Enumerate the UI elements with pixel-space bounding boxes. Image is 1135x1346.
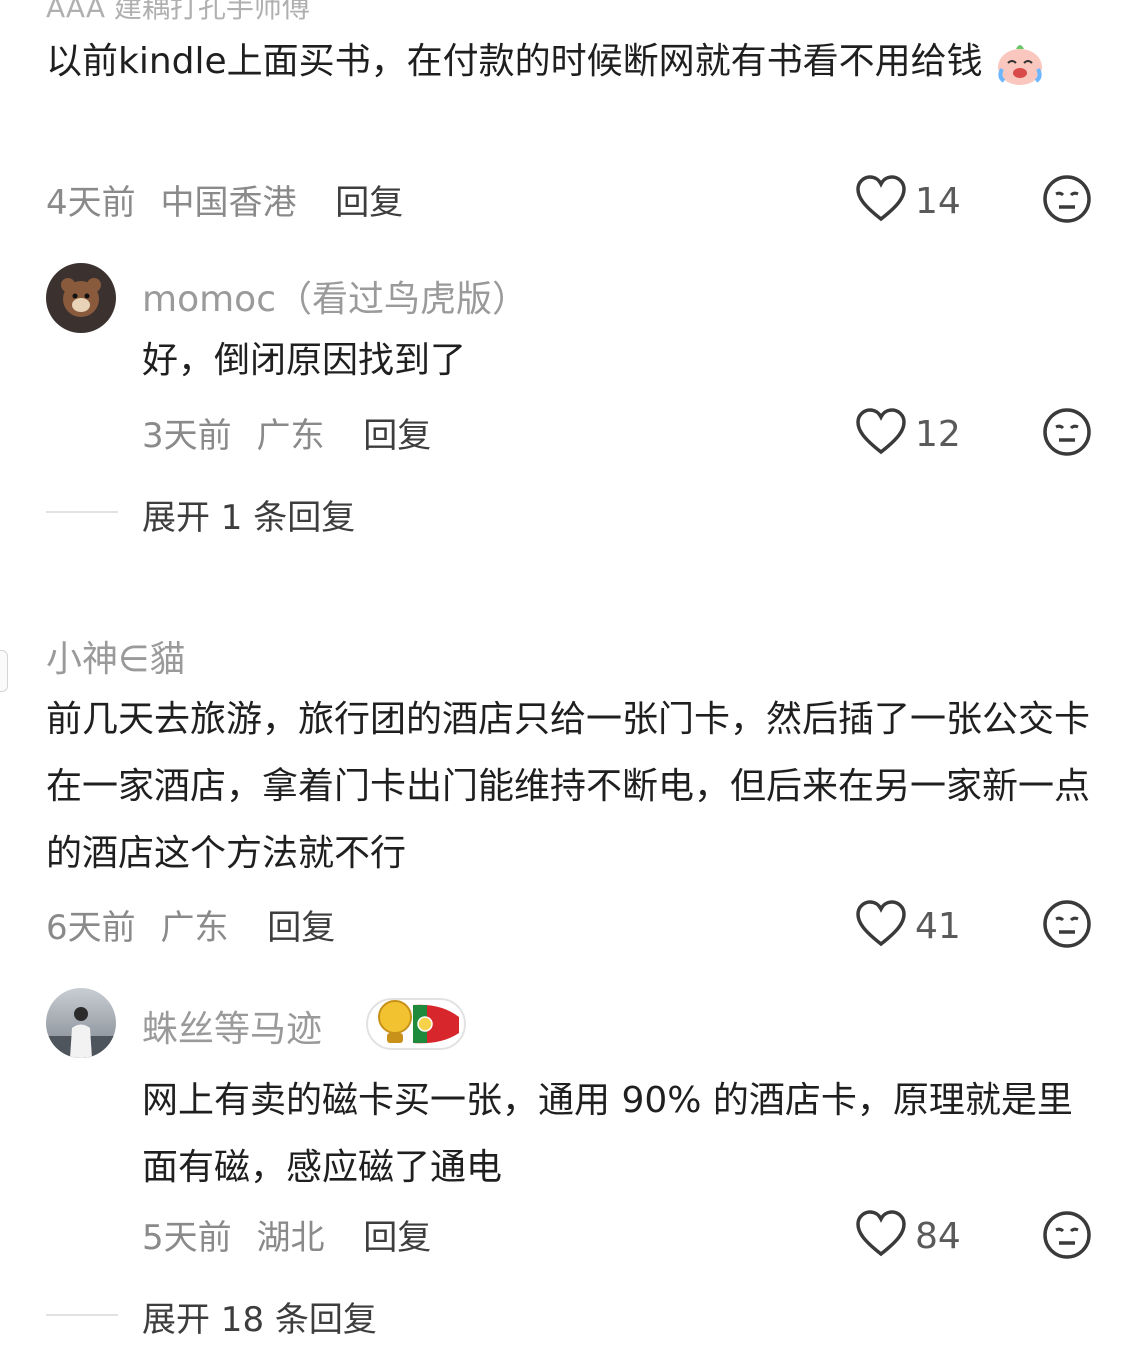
comment-4-meta: 5天前 湖北 回复 (142, 1210, 445, 1259)
comment-text: 好，倒闭原因找到了 (142, 340, 467, 381)
comment-text: 前几天去旅游，旅行团的酒店只给一张门卡，然后插了一张公交卡在一家酒店，拿着门卡出… (46, 699, 1091, 874)
comment-1-meta: 4天前 中国香港 回复 (46, 175, 417, 224)
like-count: 84 (915, 1215, 961, 1257)
like-count: 14 (915, 180, 961, 222)
expand-replies-button[interactable]: 展开 1 条回复 (142, 490, 355, 539)
comment-location: 广东 (160, 908, 229, 948)
avatar[interactable] (46, 988, 116, 1058)
expand-replies-button[interactable]: 展开 18 条回复 (142, 1292, 377, 1341)
like-count: 12 (915, 413, 961, 455)
dislike-icon[interactable] (1042, 407, 1092, 457)
like-button[interactable]: 14 (855, 175, 961, 227)
comment-time: 5天前 (142, 1218, 232, 1258)
like-button[interactable]: 41 (855, 900, 961, 952)
comment-location: 中国香港 (160, 183, 297, 223)
laughing-crying-emoji-icon (994, 37, 1046, 89)
comment-location: 湖北 (256, 1218, 325, 1258)
like-count: 41 (915, 905, 961, 947)
divider (46, 1314, 118, 1316)
comment-1: 以前kindle上面买书，在付款的时候断网就有书看不用给钱 (46, 28, 1096, 95)
comment-3: 前几天去旅游，旅行团的酒店只给一张门卡，然后插了一张公交卡在一家酒店，拿着门卡出… (46, 686, 1096, 887)
comment-2: 好，倒闭原因找到了 (142, 327, 1092, 394)
comment-2-meta: 3天前 广东 回复 (142, 408, 445, 457)
username[interactable]: 小神∈貓 (46, 630, 185, 682)
edge-handle (0, 650, 8, 692)
reply-button[interactable]: 回复 (335, 183, 403, 223)
username[interactable]: 蛛丝等马迹 (142, 1000, 322, 1052)
comment-text: 以前kindle上面买书，在付款的时候断网就有书看不用给钱 (46, 28, 1096, 95)
comment-text: 网上有卖的磁卡买一张，通用 90% 的酒店卡，原理就是里面有磁，感应磁了通电 (142, 1080, 1073, 1188)
like-button[interactable]: 84 (855, 1210, 961, 1262)
comment-3-meta: 6天前 广东 回复 (46, 900, 349, 949)
dislike-icon[interactable] (1042, 1210, 1092, 1260)
heart-icon (855, 900, 907, 952)
comment-time: 4天前 (46, 183, 136, 223)
divider (46, 511, 118, 513)
reply-button[interactable]: 回复 (363, 416, 431, 456)
top-cutoff-username: AAA 建耦打孔手师傅 (46, 0, 310, 24)
heart-icon (855, 175, 907, 227)
heart-icon (855, 1210, 907, 1262)
comment-time: 3天前 (142, 416, 232, 456)
football-portugal-badge-icon (365, 995, 467, 1057)
username[interactable]: momoc（看过鸟虎版） (142, 270, 528, 322)
dislike-icon[interactable] (1042, 899, 1092, 949)
avatar[interactable] (46, 263, 116, 333)
like-button[interactable]: 12 (855, 408, 961, 460)
comment-4: 网上有卖的磁卡买一张，通用 90% 的酒店卡，原理就是里面有磁，感应磁了通电 (142, 1067, 1092, 1201)
reply-button[interactable]: 回复 (267, 908, 335, 948)
comment-location: 广东 (256, 416, 325, 456)
reply-button[interactable]: 回复 (363, 1218, 431, 1258)
comment-time: 6天前 (46, 908, 136, 948)
heart-icon (855, 408, 907, 460)
dislike-icon[interactable] (1042, 174, 1092, 224)
